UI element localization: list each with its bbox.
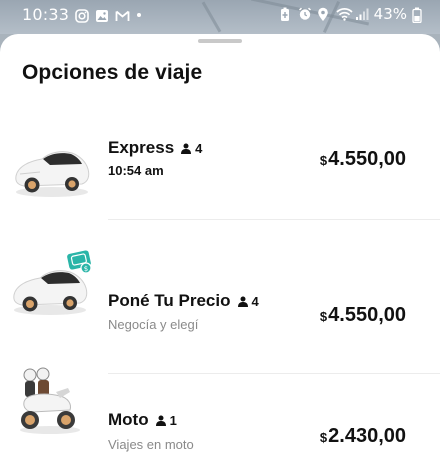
price-currency: $ bbox=[319, 309, 328, 324]
ride-option-express[interactable]: Express 4 10:54 am $ 4.550,00 bbox=[0, 100, 440, 220]
battery-saver-icon bbox=[279, 7, 293, 21]
option-price: $ 2.430,00 bbox=[320, 425, 406, 448]
wifi-icon bbox=[336, 7, 353, 21]
sheet-title: Opciones de viaje bbox=[22, 61, 203, 84]
battery-percent: 43% bbox=[373, 5, 407, 23]
option-price: $ 4.550,00 bbox=[320, 148, 406, 171]
instagram-icon bbox=[75, 8, 89, 23]
svg-text:$: $ bbox=[84, 265, 88, 273]
option-name: Poné Tu Precio bbox=[108, 291, 231, 310]
ride-options-sheet: Opciones de viaje Express 4 10:54 am $ 4… bbox=[0, 34, 440, 458]
gmail-icon bbox=[115, 8, 130, 22]
option-name: Moto bbox=[108, 410, 149, 429]
white-car-image bbox=[15, 151, 90, 197]
signal-icon bbox=[355, 7, 369, 21]
more-notifications-dot bbox=[137, 12, 142, 17]
option-eta: 10:54 am bbox=[108, 163, 164, 178]
sheet-drag-handle[interactable] bbox=[198, 39, 242, 43]
person-icon bbox=[155, 415, 166, 426]
location-icon bbox=[317, 7, 331, 21]
seat-count: 4 bbox=[195, 140, 203, 156]
ride-option-pone-tu-precio[interactable]: $ Poné Tu Precio 4 Negocía y elegí $ 4.5… bbox=[0, 220, 440, 374]
price-amount: 4.550,00 bbox=[328, 304, 406, 326]
seat-capacity: 4 bbox=[237, 294, 259, 309]
ride-option-moto[interactable]: Moto 1 Viajes en moto $ 2.430,00 bbox=[0, 340, 440, 458]
gallery-icon bbox=[95, 8, 109, 22]
white-car-with-money-badge-image: $ bbox=[13, 250, 92, 315]
option-subtitle: Negocía y elegí bbox=[108, 317, 199, 332]
seat-count: 1 bbox=[169, 412, 177, 428]
price-amount: 2.430,00 bbox=[328, 425, 406, 447]
person-icon bbox=[181, 143, 192, 154]
price-currency: $ bbox=[319, 430, 328, 445]
seat-capacity: 1 bbox=[155, 413, 177, 428]
option-subtitle: Viajes en moto bbox=[108, 437, 194, 452]
status-time: 10:33 bbox=[22, 5, 70, 24]
person-icon bbox=[237, 296, 248, 307]
seat-count: 4 bbox=[251, 293, 259, 309]
status-bar: 10:33 43% bbox=[0, 0, 440, 34]
alarm-icon bbox=[298, 7, 312, 21]
price-amount: 4.550,00 bbox=[328, 148, 406, 170]
seat-capacity: 4 bbox=[180, 141, 202, 156]
option-name: Express bbox=[108, 138, 175, 157]
price-currency: $ bbox=[319, 153, 328, 168]
option-price: $ 4.550,00 bbox=[320, 304, 406, 327]
motorcycle-riders-image bbox=[20, 367, 80, 434]
battery-icon bbox=[412, 7, 426, 24]
